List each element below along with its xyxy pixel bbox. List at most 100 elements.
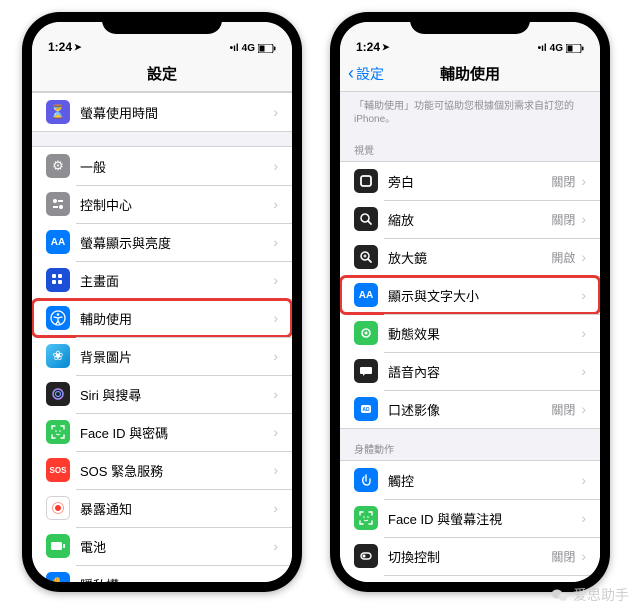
cell-sos[interactable]: SOS SOS 緊急服務 › — [32, 451, 292, 489]
watermark-text: 爱思助手 — [573, 585, 629, 605]
wallpaper-icon: ❀ — [46, 344, 70, 368]
accessibility-icon — [46, 306, 70, 330]
hourglass-icon: ⏳ — [46, 100, 70, 124]
cell-screen-time[interactable]: ⏳ 螢幕使用時間 › — [32, 93, 292, 131]
notch — [102, 12, 222, 34]
speech-bubble-icon — [354, 359, 378, 383]
value-label: 關閉 — [551, 211, 575, 228]
nav-bar: 設定 — [32, 56, 292, 92]
cell-general[interactable]: ⚙ 一般 › — [32, 147, 292, 185]
chevron-right-icon: › — [273, 576, 278, 582]
location-icon: ➤ — [74, 42, 82, 53]
notch — [410, 12, 530, 34]
chevron-right-icon: › — [273, 424, 278, 440]
svg-text:AD: AD — [362, 407, 370, 413]
faceid-icon — [354, 506, 378, 530]
cell-control-center[interactable]: 控制中心 › — [32, 185, 292, 223]
switches-icon — [46, 192, 70, 216]
section-header-motor: 身體動作 — [340, 429, 600, 460]
value-label: 關閉 — [551, 401, 575, 418]
screen-left: 1:24 ➤ •ıl 4G 設定 ⏳ 螢幕使用時間 — [32, 22, 292, 582]
cell-switch-control[interactable]: 切換控制 關閉 › — [340, 537, 600, 575]
sos-icon: SOS — [46, 458, 70, 482]
cell-privacy[interactable]: ✋ 隱私權 › — [32, 565, 292, 582]
chevron-right-icon: › — [581, 472, 586, 488]
switch-control-icon — [354, 544, 378, 568]
battery-icon — [566, 44, 584, 53]
watermark: 爱思助手 — [551, 585, 629, 605]
motion-icon — [354, 321, 378, 345]
chevron-right-icon: › — [273, 538, 278, 554]
cell-display-text-size[interactable]: AA 顯示與文字大小 › — [340, 276, 600, 314]
chevron-right-icon: › — [273, 500, 278, 516]
chevron-right-icon: › — [273, 196, 278, 212]
battery-icon — [258, 44, 276, 53]
text-size-icon: AA — [46, 230, 70, 254]
cell-zoom[interactable]: 縮放 關閉 › — [340, 200, 600, 238]
chevron-right-icon: › — [581, 548, 586, 564]
cell-touch[interactable]: 觸控 › — [340, 461, 600, 499]
cell-home-screen[interactable]: 主畫面 › — [32, 261, 292, 299]
apps-grid-icon — [46, 268, 70, 292]
chevron-right-icon: › — [581, 287, 586, 303]
zoom-icon — [354, 207, 378, 231]
hand-icon: ✋ — [46, 572, 70, 582]
cell-faceid-passcode[interactable]: Face ID 與密碼 › — [32, 413, 292, 451]
cell-faceid-attention[interactable]: Face ID 與螢幕注視 › — [340, 499, 600, 537]
location-icon: ➤ — [382, 42, 390, 53]
chevron-right-icon: › — [273, 158, 278, 174]
nav-title: 輔助使用 — [440, 63, 500, 84]
cell-audio-description[interactable]: AD 口述影像 關閉 › — [340, 390, 600, 428]
magnifier-plus-icon — [354, 245, 378, 269]
cell-spoken-content[interactable]: 語音內容 › — [340, 352, 600, 390]
text-size-icon: AA — [354, 283, 378, 307]
accessibility-list[interactable]: 「輔助使用」功能可協助您根據個別需求自訂您的 iPhone。 視覺 旁白 關閉 … — [340, 92, 600, 582]
cell-wallpaper[interactable]: ❀ 背景圖片 › — [32, 337, 292, 375]
cell-display-brightness[interactable]: AA 螢幕顯示與亮度 › — [32, 223, 292, 261]
wechat-icon — [551, 587, 569, 603]
siri-icon — [46, 382, 70, 406]
cell-siri[interactable]: Siri 與搜尋 › — [32, 375, 292, 413]
chevron-left-icon: ‹ — [348, 63, 354, 84]
network-label: 4G — [242, 43, 255, 54]
chevron-right-icon: › — [273, 348, 278, 364]
voiceover-icon — [354, 169, 378, 193]
battery-settings-icon — [46, 534, 70, 558]
exposure-icon — [46, 496, 70, 520]
signal-icon: •ıl — [230, 43, 239, 54]
chevron-right-icon: › — [273, 104, 278, 120]
signal-icon: •ıl — [538, 43, 547, 54]
phone-frame-right: 1:24 ➤ •ıl 4G ‹ 設定 輔助使用 「輔 — [330, 12, 610, 592]
faceid-icon — [46, 420, 70, 444]
chevron-right-icon: › — [273, 462, 278, 478]
chevron-right-icon: › — [273, 386, 278, 402]
section-hint: 「輔助使用」功能可協助您根據個別需求自訂您的 iPhone。 — [340, 92, 600, 130]
network-label: 4G — [550, 43, 563, 54]
cell-accessibility[interactable]: 輔助使用 › — [32, 299, 292, 337]
chevron-right-icon: › — [273, 234, 278, 250]
touch-icon — [354, 468, 378, 492]
value-label: 關閉 — [551, 173, 575, 190]
status-time: 1:24 — [48, 40, 72, 54]
chevron-right-icon: › — [581, 401, 586, 417]
chevron-right-icon: › — [581, 249, 586, 265]
cell-exposure[interactable]: 暴露通知 › — [32, 489, 292, 527]
cell-voice-control[interactable]: 語音控制 關閉 › — [340, 575, 600, 582]
cell-magnifier[interactable]: 放大鏡 開啟 › — [340, 238, 600, 276]
section-header-vision: 視覺 — [340, 130, 600, 161]
cell-voiceover[interactable]: 旁白 關閉 › — [340, 162, 600, 200]
audio-desc-icon: AD — [354, 397, 378, 421]
chevron-right-icon: › — [581, 325, 586, 341]
chevron-right-icon: › — [581, 363, 586, 379]
settings-list[interactable]: ⏳ 螢幕使用時間 › ⚙ 一般 › — [32, 92, 292, 582]
chevron-right-icon: › — [273, 272, 278, 288]
chevron-right-icon: › — [581, 510, 586, 526]
cell-motion[interactable]: 動態效果 › — [340, 314, 600, 352]
chevron-right-icon: › — [273, 310, 278, 326]
back-button[interactable]: ‹ 設定 — [348, 63, 384, 84]
nav-bar: ‹ 設定 輔助使用 — [340, 56, 600, 92]
cell-battery[interactable]: 電池 › — [32, 527, 292, 565]
status-time: 1:24 — [356, 40, 380, 54]
gear-icon: ⚙ — [46, 154, 70, 178]
value-label: 關閉 — [551, 548, 575, 565]
